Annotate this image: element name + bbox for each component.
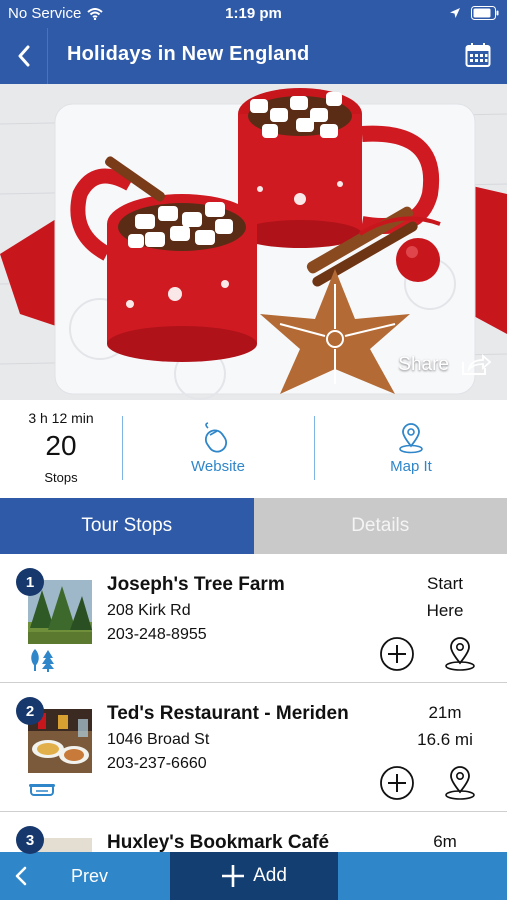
category-icon bbox=[28, 777, 56, 806]
map-pin-icon bbox=[445, 766, 475, 800]
map-it-button[interactable]: Map It bbox=[315, 422, 507, 475]
share-icon bbox=[462, 354, 491, 375]
list-item[interactable]: 2 Ted's Restaurant - Meriden 1046 Broad … bbox=[0, 683, 507, 812]
page-title: Holidays in New England bbox=[67, 43, 310, 65]
add-stop-button[interactable] bbox=[379, 765, 415, 806]
status-bar: No Service 1:19 pm bbox=[0, 0, 507, 28]
stop-name: Huxley's Bookmark Café bbox=[107, 832, 330, 853]
tab-tour-stops[interactable]: Tour Stops bbox=[0, 498, 254, 554]
stop-map-button[interactable] bbox=[442, 765, 478, 806]
website-button[interactable]: Website bbox=[122, 422, 314, 475]
stop-count: 20 bbox=[45, 430, 77, 461]
prev-button[interactable]: Prev bbox=[0, 852, 170, 900]
tour-stop-list: 1 Joseph's Tree Farm 208 Kirk Rd 203-248… bbox=[0, 554, 507, 854]
stop-travel-distance: Here bbox=[426, 601, 464, 620]
location-arrow-icon bbox=[450, 8, 460, 18]
hero-image: Share bbox=[0, 84, 507, 400]
chevron-left-icon bbox=[18, 45, 29, 67]
nav-bar: Holidays in New England bbox=[0, 28, 507, 84]
stop-travel-distance: 16.6 mi bbox=[417, 730, 473, 749]
mouse-icon bbox=[204, 422, 228, 453]
bottom-bar: Prev Add bbox=[0, 852, 507, 900]
stop-address: 208 Kirk Rd bbox=[107, 602, 191, 619]
stop-name: Ted's Restaurant - Meriden bbox=[107, 703, 349, 724]
stops-label: Stops bbox=[44, 470, 78, 485]
chevron-left-icon bbox=[15, 866, 27, 886]
add-button[interactable]: Add bbox=[170, 852, 338, 900]
tour-info: 3 h 12 min 20 Stops Website Map It bbox=[0, 400, 507, 498]
category-icon bbox=[28, 648, 56, 677]
hot-cocoa-photo bbox=[0, 84, 507, 400]
stop-phone[interactable]: 203-248-8955 bbox=[107, 626, 207, 644]
calendar-icon bbox=[465, 43, 491, 67]
tab-bar: Tour Stops Details bbox=[0, 498, 507, 554]
stop-number-badge: 1 bbox=[16, 568, 44, 596]
list-item[interactable]: 1 Joseph's Tree Farm 208 Kirk Rd 203-248… bbox=[0, 554, 507, 683]
battery-icon bbox=[471, 6, 499, 20]
trees-icon bbox=[31, 649, 54, 672]
plus-icon bbox=[222, 865, 245, 887]
plus-circle-icon bbox=[380, 766, 414, 800]
stop-map-button[interactable] bbox=[442, 636, 478, 677]
stop-number-badge: 3 bbox=[16, 826, 44, 854]
calendar-button[interactable] bbox=[465, 42, 491, 73]
plus-circle-icon bbox=[380, 637, 414, 671]
stop-address: 1046 Broad St bbox=[107, 731, 210, 748]
stop-phone[interactable]: 203-237-6660 bbox=[107, 755, 207, 773]
share-button[interactable]: Share bbox=[398, 354, 491, 376]
stop-travel-time: 21m bbox=[428, 703, 462, 722]
stop-name: Joseph's Tree Farm bbox=[107, 574, 285, 595]
stop-number-badge: 2 bbox=[16, 697, 44, 725]
stop-travel-time: 6m bbox=[433, 832, 457, 851]
add-label: Add bbox=[253, 865, 287, 886]
status-time: 1:19 pm bbox=[225, 5, 282, 22]
tour-duration: 3 h 12 min bbox=[28, 410, 94, 426]
prev-label: Prev bbox=[71, 866, 109, 886]
list-item[interactable]: 3 Huxley's Bookmark Café 6m bbox=[0, 812, 507, 854]
back-button[interactable] bbox=[0, 28, 48, 84]
dish-icon bbox=[29, 784, 55, 796]
map-pin-icon bbox=[399, 423, 423, 454]
website-label: Website bbox=[191, 458, 245, 475]
stop-travel-time: Start bbox=[427, 574, 463, 593]
map-it-label: Map It bbox=[390, 458, 432, 475]
status-right bbox=[449, 6, 499, 20]
tab-details[interactable]: Details bbox=[253, 498, 507, 554]
share-label: Share bbox=[398, 354, 449, 375]
map-pin-icon bbox=[445, 637, 475, 671]
add-stop-button[interactable] bbox=[379, 636, 415, 677]
